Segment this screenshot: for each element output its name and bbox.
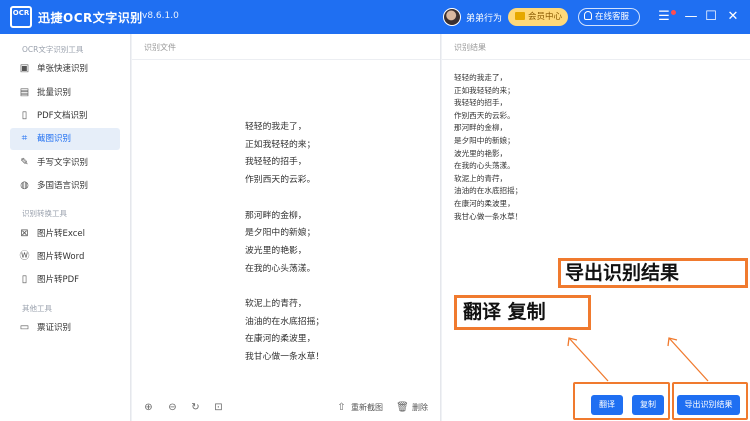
annotation-arrows (567, 337, 709, 382)
arrow-to-export (668, 337, 709, 382)
arrow-to-translate-copy (568, 337, 609, 382)
